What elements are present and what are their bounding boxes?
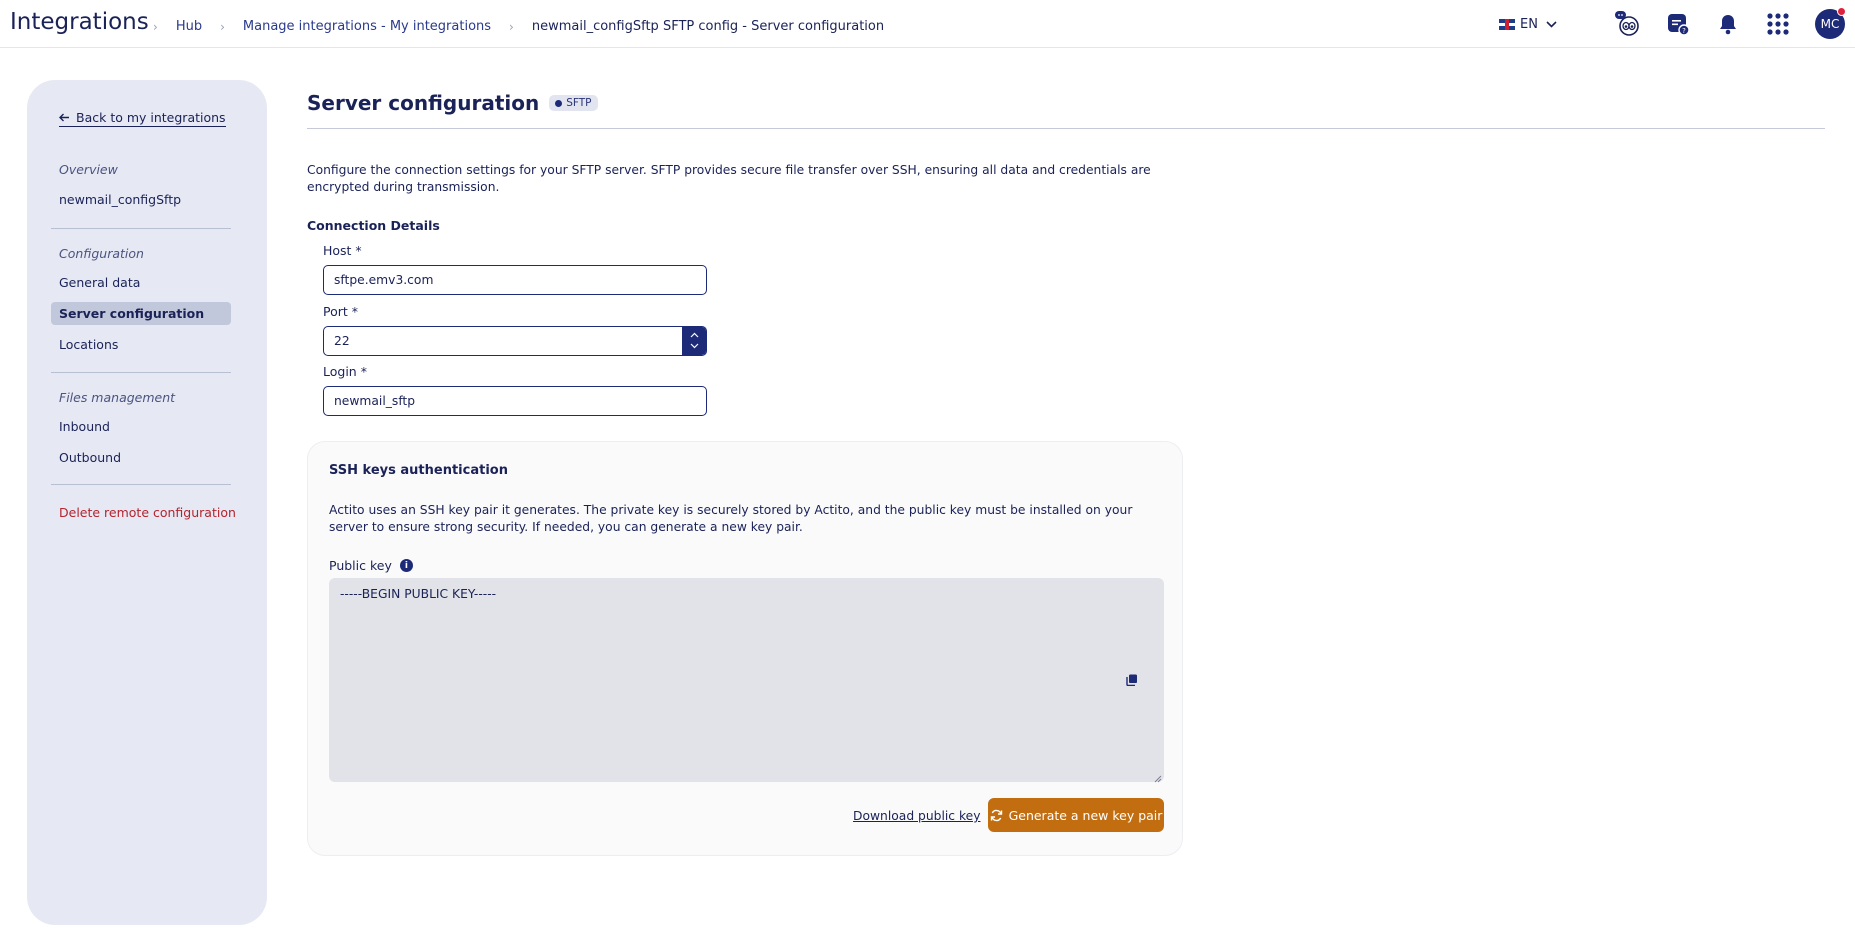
- language-selector[interactable]: EN: [1499, 17, 1557, 32]
- chevron-right-icon: ›: [153, 19, 158, 34]
- top-bar: Integrations › Hub › Manage integrations…: [0, 0, 1855, 48]
- ssh-keys-card: SSH keys authentication Actito uses an S…: [307, 441, 1183, 856]
- back-to-integrations-link[interactable]: Back to my integrations: [59, 110, 226, 127]
- public-key-textarea[interactable]: -----BEGIN PUBLIC KEY-----: [329, 578, 1164, 783]
- title-divider: [307, 128, 1825, 129]
- bell-icon[interactable]: [1715, 11, 1741, 37]
- public-key-label: Public key: [329, 558, 392, 573]
- language-label: EN: [1520, 16, 1538, 32]
- sidebar-divider: [51, 372, 231, 373]
- sidebar-item-outbound[interactable]: Outbound: [59, 450, 121, 465]
- page-description: Configure the connection settings for yo…: [307, 163, 1151, 194]
- port-value: 22: [334, 334, 350, 348]
- sidebar-item-overview[interactable]: newmail_configSftp: [59, 192, 181, 207]
- sidebar-item-server-configuration[interactable]: Server configuration: [51, 302, 231, 325]
- breadcrumb-current: newmail_configSftp SFTP config - Server …: [531, 19, 885, 34]
- svg-text:?: ?: [1682, 27, 1686, 35]
- port-label: Port *: [323, 304, 359, 319]
- page-title: Server configuration: [307, 91, 540, 115]
- hi-mascot-icon[interactable]: [1615, 11, 1641, 37]
- login-label: Login *: [323, 364, 367, 379]
- info-icon[interactable]: i: [399, 559, 413, 572]
- sidebar-item-inbound[interactable]: Inbound: [59, 419, 110, 434]
- host-label: Host *: [323, 243, 362, 258]
- refresh-icon: [990, 809, 1002, 821]
- app-title: Integrations: [10, 9, 149, 35]
- breadcrumb: › Hub › Manage integrations - My integra…: [153, 19, 902, 34]
- chat-help-icon[interactable]: ?: [1665, 11, 1691, 37]
- page-title-row: Server configuration SFTP: [307, 91, 598, 115]
- generate-key-pair-button[interactable]: Generate a new key pair: [988, 798, 1164, 832]
- connection-details-title: Connection Details: [307, 218, 440, 233]
- sidebar: Back to my integrations Overview newmail…: [27, 80, 267, 925]
- login-input[interactable]: newmail_sftp: [323, 386, 707, 416]
- sidebar-divider: [51, 484, 231, 485]
- generate-key-pair-label: Generate a new key pair: [1008, 807, 1163, 823]
- host-input[interactable]: sftpe.emv3.com: [323, 265, 707, 295]
- public-key-label-row: Public key i: [329, 558, 413, 573]
- sidebar-item-general-data[interactable]: General data: [59, 275, 140, 290]
- download-public-key-link[interactable]: Download public key: [853, 809, 980, 823]
- main-panel: Server configuration SFTP Configure the …: [307, 48, 1827, 928]
- port-stepper[interactable]: 22: [323, 326, 707, 356]
- chevron-down-icon: [690, 343, 699, 349]
- avatar[interactable]: MC: [1815, 7, 1846, 39]
- chevron-down-icon: [1546, 18, 1557, 31]
- copy-icon[interactable]: [1126, 674, 1138, 689]
- avatar-initials: MC: [1820, 17, 1840, 31]
- sidebar-section-overview: Overview: [59, 162, 118, 177]
- breadcrumb-my-integrations[interactable]: Manage integrations - My integrations: [243, 19, 491, 34]
- chevron-right-icon: ›: [220, 19, 225, 34]
- arrow-left-icon: [59, 110, 70, 125]
- apps-grid-icon[interactable]: [1765, 11, 1791, 37]
- notification-dot: [1837, 7, 1846, 16]
- top-right-actions: EN ? MC: [1499, 6, 1846, 42]
- public-key-value: -----BEGIN PUBLIC KEY-----: [340, 587, 497, 601]
- badge-label: SFTP: [566, 97, 592, 109]
- chevron-right-icon: ›: [509, 19, 514, 34]
- sidebar-section-configuration: Configuration: [59, 246, 144, 261]
- badge-dot-icon: [555, 99, 563, 107]
- sidebar-divider: [51, 228, 231, 229]
- stepper-arrows[interactable]: [682, 327, 706, 355]
- content-area: Back to my integrations Overview newmail…: [0, 48, 1855, 928]
- back-link-label: Back to my integrations: [76, 110, 226, 125]
- sidebar-item-locations[interactable]: Locations: [59, 337, 118, 352]
- uk-flag-icon: [1499, 18, 1516, 30]
- delete-remote-configuration-button[interactable]: Delete remote configuration: [59, 505, 236, 520]
- chevron-up-icon: [690, 332, 699, 338]
- ssh-card-title: SSH keys authentication: [329, 463, 508, 478]
- protocol-badge: SFTP: [549, 95, 598, 111]
- sidebar-section-files-management: Files management: [59, 390, 176, 405]
- resize-handle-icon[interactable]: [1154, 772, 1162, 783]
- breadcrumb-hub[interactable]: Hub: [176, 19, 202, 34]
- ssh-card-description: Actito uses an SSH key pair it generates…: [329, 503, 1133, 534]
